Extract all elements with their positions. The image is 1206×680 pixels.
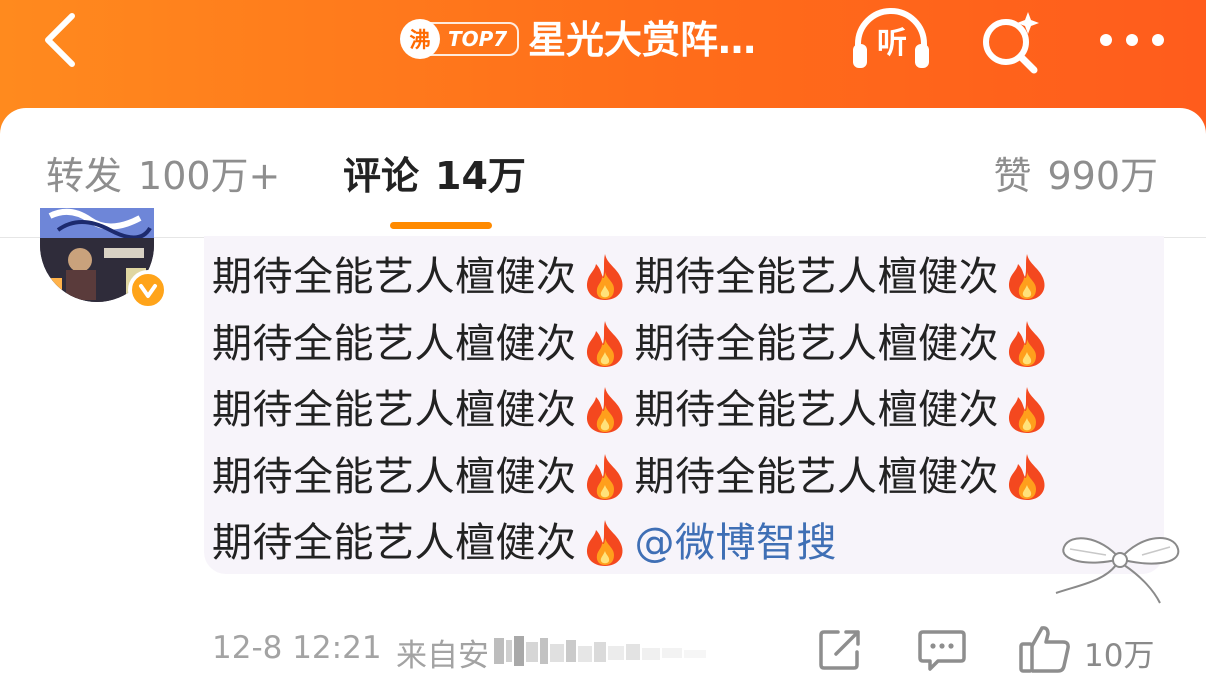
tab-comment-label: 评论 — [343, 154, 420, 198]
fire-emoji-glyph — [586, 453, 623, 500]
fire-emoji-glyph — [1008, 254, 1045, 301]
comment-segment: 期待全能艺人檀健次 — [634, 320, 999, 367]
search-button[interactable] — [976, 8, 1046, 74]
fire-emoji-glyph — [1008, 453, 1045, 500]
fire-emoji-glyph — [586, 320, 623, 367]
comment-segment: 期待全能艺人檀健次 — [634, 453, 999, 500]
hot-rank-label: TOP7 — [430, 22, 520, 56]
thumbs-up-icon — [1019, 626, 1070, 673]
comment-segment: 期待全能艺人檀健次 — [212, 254, 577, 300]
tab-like[interactable]: 赞 990万 — [993, 148, 1158, 204]
comment-segment: 期待全能艺人檀健次 — [212, 520, 577, 566]
page-title: 星光大赏阵… — [528, 18, 757, 62]
comment-segment: 期待全能艺人檀健次 — [212, 320, 577, 367]
comment-segment: 期待全能艺人檀健次 — [212, 387, 577, 433]
fire-emoji-glyph — [1008, 387, 1045, 434]
fire-emoji-icon — [581, 518, 629, 568]
mention-link[interactable]: @微博智搜 — [635, 510, 838, 577]
hot-rank-badge[interactable]: 沸 TOP7 — [400, 16, 520, 62]
comment-segment: 期待全能艺人檀健次 — [634, 254, 999, 300]
verified-check-icon — [139, 284, 157, 298]
verified-badge — [128, 270, 168, 310]
tab-comment-count: 14万 — [435, 154, 526, 198]
hot-badge-char: 沸 — [400, 19, 440, 59]
fire-emoji-icon — [581, 319, 629, 369]
comment-line: 期待全能艺人檀健次 期待全能艺人檀健次 — [212, 377, 1162, 444]
tab-repost-count: 100万+ — [138, 154, 281, 198]
back-button[interactable] — [30, 8, 90, 72]
fire-emoji-icon — [1003, 452, 1051, 502]
comment-timestamp: 12-8 12:21 — [212, 630, 382, 666]
comment-segment: 期待全能艺人檀健次 — [212, 453, 577, 500]
search-sparkle-icon — [983, 12, 1039, 74]
tab-comment[interactable]: 评论 14万 — [343, 148, 526, 204]
comment-text: 期待全能艺人檀健次 期待全能艺人檀健次 期待全能艺人檀健次 期待全能艺人檀健次 … — [212, 244, 1162, 577]
tab-repost-label: 转发 — [46, 154, 123, 198]
tab-like-label: 赞 — [993, 154, 1032, 198]
fire-emoji-glyph — [586, 520, 623, 567]
fire-emoji-icon — [1003, 319, 1051, 369]
fire-emoji-icon — [581, 385, 629, 435]
fire-emoji-glyph — [586, 254, 623, 301]
tab-like-count: 990万 — [1047, 154, 1158, 198]
tab-repost[interactable]: 转发 100万+ — [46, 148, 280, 204]
fire-emoji-glyph — [586, 387, 623, 434]
comment-line: 期待全能艺人檀健次 期待全能艺人檀健次 — [212, 244, 1162, 311]
like-button[interactable] — [1018, 624, 1072, 674]
like-count: 10万 — [1084, 638, 1155, 674]
comment-source: 来自安 — [396, 638, 489, 674]
redacted-mosaic — [494, 636, 706, 666]
more-button[interactable] — [1096, 20, 1168, 60]
share-icon — [819, 630, 860, 670]
more-dots-icon — [1100, 34, 1164, 46]
fire-emoji-glyph — [1008, 320, 1045, 367]
chevron-left-icon — [45, 13, 75, 67]
listen-label: 听 — [877, 26, 907, 61]
listen-button[interactable]: 听 — [848, 8, 934, 74]
fire-emoji-icon — [1003, 385, 1051, 435]
comment-line: 期待全能艺人檀健次 期待全能艺人檀健次 — [212, 311, 1162, 378]
comment-icon — [918, 630, 966, 671]
fire-emoji-icon — [581, 452, 629, 502]
tab-bar: 转发 100万+ 评论 14万 赞 990万 — [0, 108, 1206, 238]
active-tab-indicator — [390, 222, 492, 229]
ribbon-bow-icon — [1055, 537, 1180, 604]
comment-line: 期待全能艺人檀健次 @微博智搜 — [212, 510, 1162, 577]
reply-button[interactable] — [918, 628, 966, 672]
comment-line: 期待全能艺人檀健次 期待全能艺人檀健次 — [212, 444, 1162, 511]
fire-emoji-icon — [1003, 252, 1051, 302]
comment-segment: 期待全能艺人檀健次 — [634, 387, 999, 433]
fire-emoji-icon — [581, 252, 629, 302]
share-button[interactable] — [818, 628, 862, 672]
